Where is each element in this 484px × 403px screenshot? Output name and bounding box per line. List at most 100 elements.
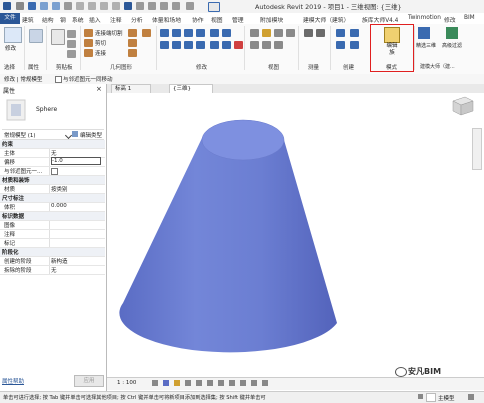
detail-level-icon[interactable] — [152, 380, 158, 386]
edit-type-button[interactable]: 编辑类型 — [80, 131, 102, 139]
cone-model[interactable] — [107, 93, 484, 377]
menu-item[interactable]: 修改 — [444, 15, 456, 24]
property-value[interactable]: -1.0 — [51, 157, 101, 165]
temporary-hide-icon[interactable] — [262, 41, 271, 49]
create-assembly-icon[interactable] — [350, 41, 359, 49]
3d-viewport[interactable]: 安凡BIM — [107, 93, 484, 377]
aligned-dimension-icon[interactable] — [316, 29, 325, 37]
tag-icon[interactable] — [100, 2, 108, 10]
split-face-icon[interactable] — [128, 39, 137, 47]
undo-icon[interactable] — [40, 2, 48, 10]
sun-path-icon[interactable] — [174, 380, 180, 386]
pin-icon[interactable] — [208, 2, 220, 12]
menu-item[interactable]: Twinmotion — [408, 15, 441, 21]
mirror-axis-icon[interactable] — [184, 29, 193, 37]
cope-icon[interactable] — [84, 29, 93, 37]
property-value[interactable]: 0.000 — [51, 203, 67, 209]
advanced-filter-icon[interactable] — [446, 27, 458, 39]
tab-3d-view[interactable]: {三维} — [169, 84, 213, 93]
measure-icon[interactable] — [76, 2, 84, 10]
section-icon[interactable] — [136, 2, 144, 10]
menu-item[interactable]: 钢 — [60, 15, 66, 24]
dimension-icon[interactable] — [88, 2, 96, 10]
rotate-icon[interactable] — [184, 41, 193, 49]
print-icon[interactable] — [64, 2, 72, 10]
edit-type-icon[interactable] — [72, 131, 78, 137]
property-row[interactable]: 标记 — [0, 239, 105, 248]
property-value[interactable]: 按类别 — [51, 185, 68, 193]
cone-top[interactable] — [201, 119, 285, 161]
worksets-icon[interactable] — [418, 394, 423, 399]
tab-level-1[interactable]: 标高 1 — [111, 84, 151, 93]
property-value[interactable]: 无 — [51, 149, 57, 157]
instance-filter[interactable]: 常规模型 (1) — [4, 131, 36, 139]
property-group-header[interactable]: 约束 — [0, 140, 105, 149]
menu-item[interactable]: 建筑 — [22, 15, 34, 24]
fine-3d-icon[interactable] — [418, 27, 430, 39]
open-icon[interactable] — [16, 2, 24, 10]
property-row[interactable]: 图像 — [0, 221, 105, 230]
close-icon[interactable]: × — [96, 85, 102, 93]
menu-item[interactable]: 注释 — [110, 15, 122, 24]
move-with-nearby-checkbox[interactable] — [55, 76, 62, 83]
menu-item[interactable]: 视图 — [211, 15, 223, 24]
crop-view-icon[interactable] — [207, 380, 213, 386]
switch-windows-icon[interactable] — [172, 2, 180, 10]
text-icon[interactable] — [112, 2, 120, 10]
scale-icon[interactable] — [210, 41, 219, 49]
join-geometry-icon[interactable] — [84, 49, 93, 57]
property-group-header[interactable]: 标识数据 — [0, 212, 105, 221]
view-filter-icon[interactable] — [286, 29, 295, 37]
create-group-icon[interactable] — [336, 29, 345, 37]
menu-item[interactable]: 建模大师（建筑） — [303, 15, 349, 24]
fine-3d-button[interactable]: 精选三维 — [416, 42, 436, 49]
modify-button[interactable]: 修改 — [5, 44, 16, 52]
menu-item[interactable]: 附加模块 — [260, 15, 283, 24]
3d-view-icon[interactable] — [124, 2, 132, 10]
match-type-icon[interactable] — [67, 50, 76, 58]
revit-logo-icon[interactable] — [3, 2, 11, 10]
paint-icon[interactable] — [128, 49, 137, 57]
property-checkbox[interactable] — [51, 168, 58, 175]
property-row[interactable]: 体积 0.000 — [0, 203, 105, 212]
menu-item[interactable]: BIM — [464, 15, 475, 21]
scale-selector[interactable]: 1 : 100 — [117, 380, 136, 386]
wall-joins-icon[interactable] — [128, 29, 137, 37]
copy-icon[interactable] — [67, 30, 76, 38]
menu-item[interactable]: 分析 — [131, 15, 143, 24]
save-icon[interactable] — [28, 2, 36, 10]
cut-icon[interactable] — [67, 40, 76, 48]
trim-icon[interactable] — [196, 41, 205, 49]
main-model-selector[interactable]: 主模型 — [438, 394, 455, 402]
lock-3d-icon[interactable] — [229, 380, 235, 386]
show-crop-icon[interactable] — [218, 380, 224, 386]
hide-icon[interactable] — [250, 29, 259, 37]
linework-icon[interactable] — [274, 29, 283, 37]
reveal-icon[interactable] — [274, 41, 283, 49]
reveal-hidden-icon[interactable] — [251, 380, 257, 386]
properties-icon[interactable] — [29, 29, 43, 43]
cut-label[interactable]: 剪切 — [95, 39, 106, 47]
create-parts-icon[interactable] — [336, 41, 345, 49]
analytical-model-icon[interactable] — [262, 380, 268, 386]
menu-file[interactable]: 文件 — [0, 13, 20, 24]
panel-select-label[interactable]: 选择 — [4, 63, 15, 71]
array-icon[interactable] — [222, 29, 231, 37]
property-group-header[interactable]: 尺寸标注 — [0, 194, 105, 203]
property-row[interactable]: 创建的阶段 新构造 — [0, 257, 105, 266]
menu-item[interactable]: 插入 — [89, 15, 101, 24]
property-row[interactable]: 与邻近图元一... — [0, 167, 105, 176]
shadows-icon[interactable] — [185, 380, 191, 386]
property-row[interactable]: 偏移 -1.0 — [0, 157, 105, 167]
delete-icon[interactable] — [234, 41, 243, 49]
temporary-hide-isolate-icon[interactable] — [240, 380, 246, 386]
align-icon[interactable] — [160, 29, 169, 37]
filter-icon[interactable] — [468, 394, 474, 400]
mirror-draw-icon[interactable] — [196, 29, 205, 37]
navigation-bar[interactable] — [472, 128, 482, 170]
measure-distance-icon[interactable] — [304, 29, 313, 37]
editable-only-icon[interactable] — [426, 393, 436, 402]
type-selector-row[interactable]: 常规模型 (1) 编辑类型 — [2, 129, 104, 140]
cut-geometry-icon[interactable] — [84, 39, 93, 47]
property-value[interactable]: 新构造 — [51, 257, 68, 265]
